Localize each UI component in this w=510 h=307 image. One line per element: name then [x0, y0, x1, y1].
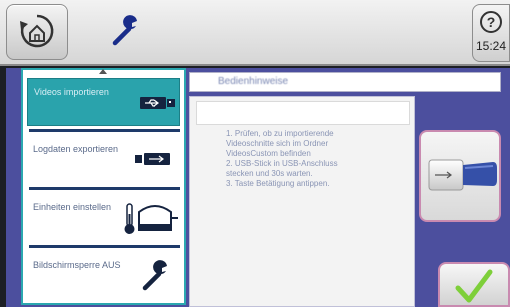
menu-item-label: Logdaten exportieren: [33, 144, 119, 154]
menu-item-screen-lock[interactable]: Bildschirmsperre AUS: [27, 252, 180, 300]
thermometer-pan-icon: [124, 203, 178, 234]
instruction-line: 3. Taste Betätigung antippen.: [226, 179, 330, 188]
panel-header-strip: [196, 101, 410, 125]
scroll-up-icon[interactable]: [99, 69, 107, 74]
menu-divider: [29, 245, 180, 248]
usb-icon: [140, 97, 175, 109]
wrench-icon: [112, 15, 137, 46]
instruction-line: 1. Prüfen, ob zu importierende: [226, 129, 334, 138]
instruction-line: stecken und 30s warten.: [226, 169, 313, 178]
checkmark-icon: [455, 269, 493, 303]
instructions-list: 1. Prüfen, ob zu importierende Videoschn…: [226, 129, 406, 189]
clock-display: 15:24: [475, 39, 507, 53]
home-back-icon: [20, 14, 54, 48]
instruction-line: VideosCustom befinden: [226, 149, 311, 158]
instructions-title-bar: Bedienhinweise: [189, 72, 501, 92]
help-button[interactable]: ? 15:24: [472, 4, 510, 62]
ok-button[interactable]: [438, 262, 510, 307]
usb-stick-icon: [428, 159, 497, 191]
menu-item-label: Einheiten einstellen: [33, 202, 112, 212]
home-back-button[interactable]: [6, 4, 68, 60]
instruction-line: 2. USB-Stick in USB-Anschluss: [226, 159, 338, 168]
menu-item-videos-import[interactable]: Videos importieren: [27, 78, 180, 126]
settings-menu: Videos importieren Logdaten exportieren: [21, 68, 186, 305]
screen: ? 15:24 Videos importieren Logdaten expo…: [0, 0, 510, 307]
wrench-icon: [142, 260, 167, 291]
top-bar: ? 15:24: [0, 0, 510, 66]
menu-item-logdata-export[interactable]: Logdaten exportieren: [27, 136, 180, 184]
page-title: Bedienhinweise: [218, 76, 289, 87]
help-icon: ?: [480, 11, 502, 33]
main-area: Videos importieren Logdaten exportieren: [6, 68, 510, 307]
usb-export-icon: [135, 153, 170, 165]
menu-divider: [29, 187, 180, 190]
menu-item-label: Bildschirmsperre AUS: [33, 260, 121, 270]
menu-divider: [29, 129, 180, 132]
menu-item-label: Videos importieren: [34, 87, 109, 97]
menu-item-units[interactable]: Einheiten einstellen: [27, 194, 180, 242]
instruction-line: Videoschnitte sich im Ordner: [226, 139, 329, 148]
usb-preview-image: [419, 130, 501, 222]
instructions-panel: 1. Prüfen, ob zu importierende Videoschn…: [189, 96, 415, 307]
